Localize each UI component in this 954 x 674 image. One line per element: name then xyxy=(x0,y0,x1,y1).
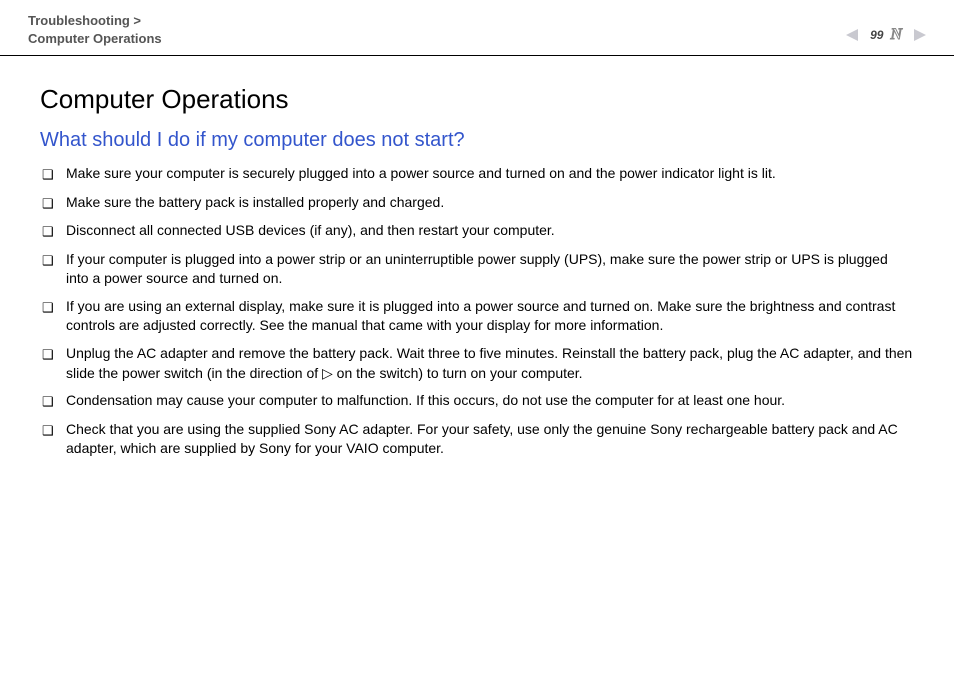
list-item: ❑Disconnect all connected USB devices (i… xyxy=(42,221,914,242)
list-item: ❑Make sure the battery pack is installed… xyxy=(42,193,914,214)
bullet-icon: ❑ xyxy=(42,344,66,365)
page-nav: 99 N xyxy=(846,12,926,44)
prev-page-icon[interactable] xyxy=(846,29,864,41)
bullet-icon: ❑ xyxy=(42,420,66,441)
bullet-icon: ❑ xyxy=(42,250,66,271)
troubleshoot-list: ❑Make sure your computer is securely plu… xyxy=(40,164,914,459)
bullet-icon: ❑ xyxy=(42,297,66,318)
list-item-text: Make sure the battery pack is installed … xyxy=(66,193,914,213)
bullet-icon: ❑ xyxy=(42,193,66,214)
list-item-text: If you are using an external display, ma… xyxy=(66,297,914,336)
list-item: ❑Unplug the AC adapter and remove the ba… xyxy=(42,344,914,383)
page-number: 99 xyxy=(870,28,883,42)
list-item: ❑If you are using an external display, m… xyxy=(42,297,914,336)
list-item-text: Unplug the AC adapter and remove the bat… xyxy=(66,344,914,383)
list-item: ❑Make sure your computer is securely plu… xyxy=(42,164,914,185)
bullet-icon: ❑ xyxy=(42,391,66,412)
list-item-text: If your computer is plugged into a power… xyxy=(66,250,914,289)
breadcrumb-line-2: Computer Operations xyxy=(28,30,162,48)
page-content: Computer Operations What should I do if … xyxy=(0,56,954,485)
list-item: ❑Check that you are using the supplied S… xyxy=(42,420,914,459)
bullet-icon: ❑ xyxy=(42,164,66,185)
list-item-text: Disconnect all connected USB devices (if… xyxy=(66,221,914,241)
list-item-text: Condensation may cause your computer to … xyxy=(66,391,914,411)
next-page-icon[interactable] xyxy=(908,29,926,41)
bullet-icon: ❑ xyxy=(42,221,66,242)
list-item: ❑If your computer is plugged into a powe… xyxy=(42,250,914,289)
breadcrumb-line-1: Troubleshooting > xyxy=(28,12,162,30)
page-n-suffix: N xyxy=(889,26,902,44)
list-item-text: Make sure your computer is securely plug… xyxy=(66,164,914,184)
list-item-text: Check that you are using the supplied So… xyxy=(66,420,914,459)
section-subheading: What should I do if my computer does not… xyxy=(40,129,914,152)
breadcrumb: Troubleshooting > Computer Operations xyxy=(28,12,162,47)
page-header: Troubleshooting > Computer Operations 99… xyxy=(0,0,954,56)
list-item: ❑Condensation may cause your computer to… xyxy=(42,391,914,412)
page-title: Computer Operations xyxy=(40,84,914,115)
